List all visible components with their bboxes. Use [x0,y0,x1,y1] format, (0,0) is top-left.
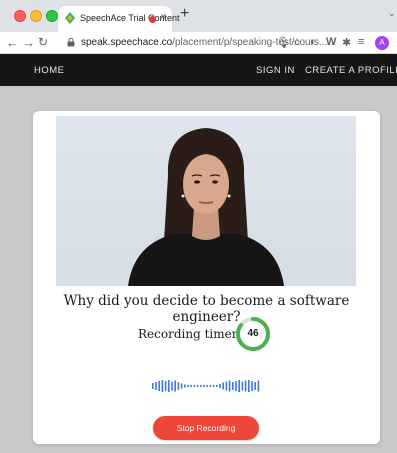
waveform-bar [184,384,186,388]
star-icon[interactable]: ☆ [292,36,302,49]
waveform-bar [228,380,231,392]
recording-indicator-icon [149,16,156,23]
waveform-bar [225,381,228,391]
waveform-bar [238,380,240,392]
waveform-bar [232,382,234,390]
waveform-bar [200,385,202,387]
waveform-bar [158,381,160,391]
waveform-bar [212,385,215,387]
back-icon[interactable]: ← [6,35,19,50]
tab-close-icon[interactable]: × [160,11,166,23]
reload-icon[interactable]: ↻ [38,35,48,49]
waveform-bar [190,385,192,387]
waveform-bar [177,382,180,390]
waveform-bar [219,384,221,388]
new-tab-button[interactable]: + [180,5,189,23]
waveform-bar [152,383,154,389]
waveform-bar [161,380,164,392]
waveform-bar [193,385,196,387]
waveform-bar [244,380,247,392]
waveform-bar [196,385,199,387]
menu-icon[interactable]: ⋮ [392,36,397,49]
nav-home-link[interactable]: HOME [34,65,65,76]
nav-create-profile-link[interactable]: CREATE A PROFILE [305,65,397,76]
lock-icon [67,38,75,47]
browser-tab[interactable]: SpeechAce Trial Content × [58,6,180,32]
waveform-bar [206,385,208,387]
waveform-bar [203,385,205,387]
forward-icon[interactable]: → [22,35,35,50]
waveform-bar [164,381,167,391]
window-zoom-button[interactable] [46,10,58,22]
mic-icon[interactable]: 🎙 [276,36,290,49]
site-navbar: HOME SIGN IN CREATE A PROFILE [0,54,397,86]
waveform-bar [155,382,157,390]
waveform-bar [180,383,183,389]
waveform-bar [168,380,170,392]
audio-waveform [152,380,260,392]
waveform-bar [241,381,244,391]
stop-recording-button[interactable]: Stop Recording [153,416,259,440]
url-text: speak.speechace.co/placement/p/speaking-… [81,37,328,48]
wordtune-extension-icon[interactable]: W [326,36,336,48]
waveform-bar [216,385,218,387]
profile-avatar[interactable]: A [375,36,389,50]
speaking-test-card: Why did you decide to become a software … [33,111,380,444]
nav-sign-in-link[interactable]: SIGN IN [256,65,295,76]
extension-icon[interactable]: ◐ [310,36,317,48]
recording-timer-label: Recording timer [138,327,238,341]
tab-search-icon[interactable]: ⌄ [388,8,396,19]
interviewer-portrait [128,128,284,286]
waveform-bar [248,380,250,392]
interviewer-video [56,116,356,286]
waveform-bar [254,382,256,390]
waveform-bar [235,381,237,391]
waveform-bar [251,381,253,391]
waveform-bar [257,380,260,392]
recording-timer-value: 46 [247,328,259,339]
waveform-bar [174,380,176,392]
browser-toolbar: ← → ↻ speak.speechace.co/placement/p/spe… [0,32,397,54]
window-minimize-button[interactable] [30,10,42,22]
question-text: Why did you decide to become a software … [63,293,350,325]
waveform-bar [187,385,189,387]
reading-list-icon[interactable]: ≡ [358,36,364,48]
waveform-bar [222,382,224,390]
puzzle-icon[interactable]: ✱ [342,36,351,49]
browser-tab-bar: SpeechAce Trial Content × + ⌄ [0,0,397,32]
waveform-bar [209,385,212,387]
window-close-button[interactable] [14,10,26,22]
waveform-bar [171,381,173,391]
speechace-logo-icon [65,12,75,24]
